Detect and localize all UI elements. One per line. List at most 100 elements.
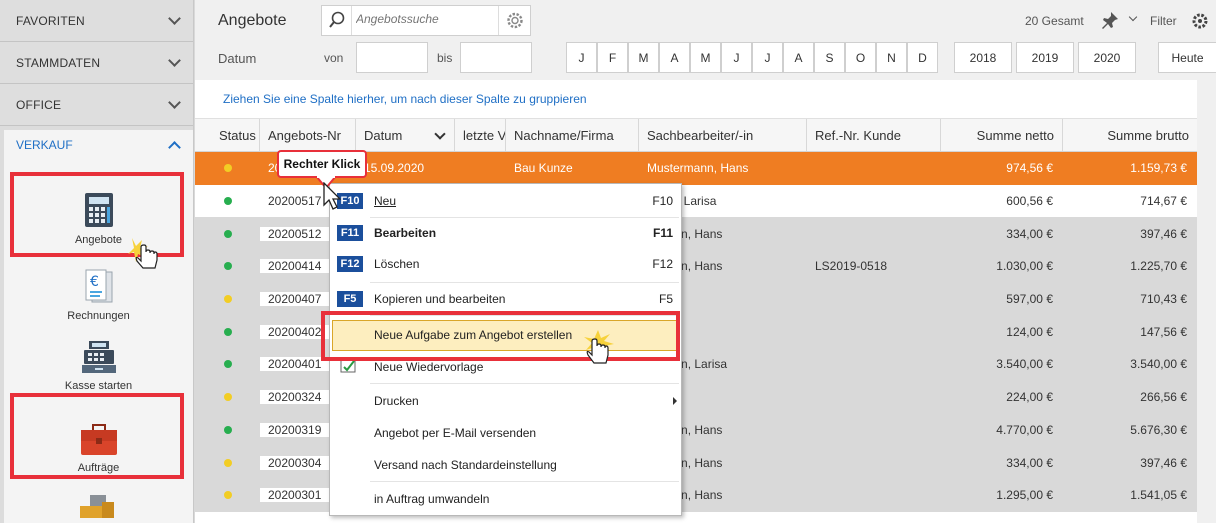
month-button-sep[interactable]: S (814, 42, 845, 73)
to-label: bis (437, 51, 453, 65)
column-header-ref-nr[interactable]: Ref.-Nr. Kunde (807, 119, 941, 151)
from-label: von (324, 51, 344, 65)
cell-netto: 334,00 € (1006, 455, 1053, 470)
total-count: 20 Gesamt (1025, 14, 1084, 28)
menu-item-label: in Auftrag umwandeln (374, 492, 490, 506)
shortcut-key-badge: F5 (337, 291, 363, 307)
menu-item-shortcut: F10 (652, 194, 673, 208)
month-button-dec[interactable]: D (907, 42, 938, 73)
menu-item-label: Angebot per E-Mail versenden (374, 426, 537, 440)
gear-icon[interactable] (1191, 12, 1209, 30)
date-from-field[interactable] (356, 42, 428, 73)
status-dot-icon (223, 393, 232, 402)
cell-brutto: 714,67 € (1140, 194, 1187, 209)
status-cell (195, 197, 260, 206)
status-dot-icon (223, 458, 232, 467)
year-button-2020[interactable]: 2020 (1078, 42, 1136, 73)
cell-netto: 597,00 € (1006, 292, 1053, 307)
date-to-field[interactable] (460, 42, 532, 73)
cell-netto: 1.295,00 € (996, 488, 1053, 503)
status-cell (195, 327, 260, 336)
month-button-mar[interactable]: M (628, 42, 659, 73)
sidebar-section-office[interactable]: OFFICE (0, 84, 193, 126)
status-dot-icon (223, 327, 232, 336)
menu-item-auftrag-umwandeln[interactable]: in Auftrag umwandeln (330, 483, 681, 515)
cell-netto: 3.540,00 € (996, 357, 1053, 372)
column-header-angebots-nr[interactable]: Angebots-Nr (260, 119, 356, 151)
menu-separator (370, 481, 679, 482)
menu-item-label: Kopieren und bearbeiten (374, 292, 506, 306)
column-header-datum[interactable]: Datum (356, 119, 455, 151)
menu-item-label: Bearbeiten (374, 226, 437, 240)
group-hint: Ziehen Sie eine Spalte hierher, um nach … (195, 80, 1197, 118)
filter-button[interactable]: Filter (1150, 14, 1177, 28)
search-settings-button[interactable] (498, 6, 530, 35)
invoice-euro-icon: € (85, 269, 112, 303)
sidebar-section-favoriten[interactable]: FAVORITEN (0, 0, 193, 42)
cell-netto: 600,56 € (1006, 194, 1053, 209)
sidebar-item-label: Kasse starten (64, 380, 133, 392)
month-button-jul[interactable]: J (752, 42, 783, 73)
vertical-scrollbar[interactable] (1197, 80, 1216, 523)
month-button-jan[interactable]: J (566, 42, 597, 73)
cell-brutto: 1.159,73 € (1130, 161, 1187, 176)
cell-netto: 974,56 € (1006, 161, 1053, 176)
cell-brutto: 397,46 € (1140, 455, 1187, 470)
sidebar-item-label: Rechnungen (67, 310, 130, 322)
month-button-nov[interactable]: N (876, 42, 907, 73)
shortcut-key-badge: F11 (337, 225, 363, 241)
year-button-2019[interactable]: 2019 (1016, 42, 1074, 73)
highlight-frame-menu-item (321, 311, 680, 361)
today-button[interactable]: Heute (1158, 42, 1216, 73)
sidebar: FAVORITEN STAMMDATEN OFFICE VERKAUF Ange… (0, 0, 194, 523)
month-button-oct[interactable]: O (845, 42, 876, 73)
menu-item-label: Drucken (374, 394, 419, 408)
column-header-status[interactable]: Status (195, 119, 260, 151)
menu-item-email-versenden[interactable]: Angebot per E-Mail versenden (330, 417, 681, 449)
chevron-down-icon (168, 12, 181, 25)
column-header-sachbearbeiter[interactable]: Sachbearbeiter/-in (639, 119, 807, 151)
search-input[interactable] (356, 12, 496, 26)
page-title: Angebote (218, 12, 287, 29)
sidebar-item-kasse-starten[interactable]: Kasse starten (4, 340, 193, 392)
month-button-aug[interactable]: A (783, 42, 814, 73)
year-button-2018[interactable]: 2018 (954, 42, 1012, 73)
menu-item-shortcut: F12 (652, 257, 673, 271)
month-button-feb[interactable]: F (597, 42, 628, 73)
sidebar-section-stammdaten[interactable]: STAMMDATEN (0, 42, 193, 84)
toolbar: Angebote 20 Gesamt Filter (195, 0, 1216, 80)
menu-item-neu[interactable]: F10 Neu F10 (330, 185, 681, 217)
chevron-down-icon[interactable] (434, 128, 446, 140)
cell-brutto: 3.540,00 € (1130, 357, 1187, 372)
sidebar-item-rechnungen[interactable]: € Rechnungen (4, 268, 193, 322)
column-header-summe-brutto[interactable]: Summe brutto (1063, 119, 1197, 151)
menu-item-loeschen[interactable]: F12 Löschen F12 (330, 248, 681, 280)
cell-ref: LS2019-0518 (815, 259, 888, 274)
search-box (321, 5, 531, 36)
column-header-nachname-firma[interactable]: Nachname/Firma (506, 119, 639, 151)
chevron-down-icon[interactable] (1128, 12, 1138, 22)
month-button-jun[interactable]: J (721, 42, 752, 73)
mouse-pointer-icon (323, 182, 341, 210)
menu-item-versand-standard[interactable]: Versand nach Standardeinstellung (330, 449, 681, 481)
cell-brutto: 710,43 € (1140, 292, 1187, 307)
svg-text:€: € (90, 274, 99, 290)
menu-item-label: Versand nach Standardeinstellung (374, 458, 557, 472)
menu-item-label: Neue Wiedervorlage (374, 360, 484, 374)
menu-item-label: Neu (374, 194, 397, 208)
pin-icon[interactable] (1100, 11, 1120, 31)
submenu-arrow-icon (673, 397, 677, 405)
menu-item-shortcut: F11 (652, 226, 673, 240)
column-header-letzte[interactable]: letzte V (455, 119, 506, 151)
menu-separator (370, 383, 679, 384)
month-button-may[interactable]: M (690, 42, 721, 73)
sidebar-section-verkauf[interactable]: VERKAUF (4, 130, 193, 160)
menu-item-bearbeiten[interactable]: F11 Bearbeiten F11 (330, 217, 681, 249)
search-button[interactable] (322, 6, 352, 35)
column-header-summe-netto[interactable]: Summe netto (941, 119, 1063, 151)
cell-brutto: 147,56 € (1140, 324, 1187, 339)
menu-item-drucken[interactable]: Drucken (330, 385, 681, 417)
month-button-apr[interactable]: A (659, 42, 690, 73)
date-label: Datum (218, 51, 257, 66)
cell-brutto: 1.225,70 € (1130, 259, 1187, 274)
